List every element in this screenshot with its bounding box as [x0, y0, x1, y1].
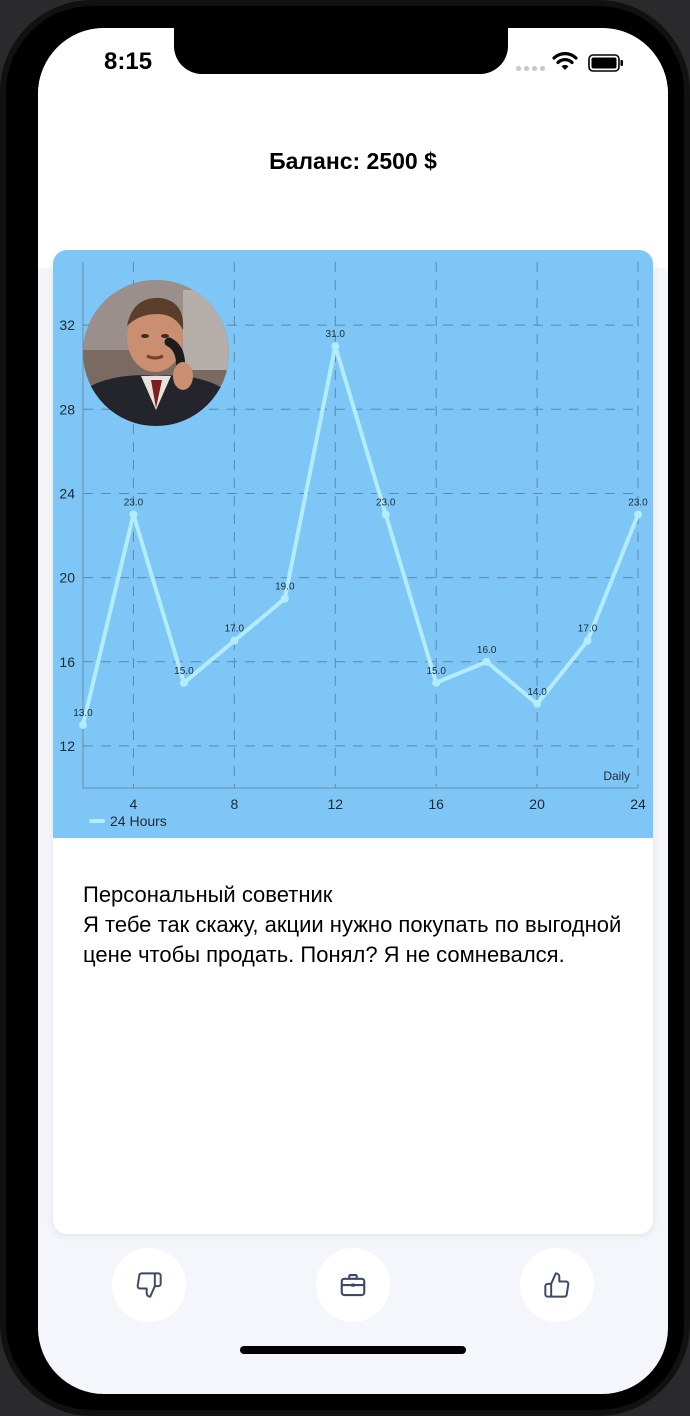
- advisor-message-block: Персональный советник Я тебе так скажу, …: [83, 880, 623, 970]
- portfolio-button[interactable]: [316, 1248, 390, 1322]
- phone-frame: 8:15 Баланс: 2500 $ 12 16 20 24 28 32 4 8 12 16 20…: [0, 0, 690, 1416]
- price-chart: 12 16 20 24 28 32 4 8 12 16 20 24 Daily 13.0 23.0 15.0 1…: [53, 250, 653, 838]
- balance-title: Баланс: 2500 $: [269, 148, 437, 174]
- data-label: 13.0: [73, 708, 93, 719]
- data-label: 23.0: [376, 497, 396, 508]
- data-label: 17.0: [225, 624, 245, 635]
- x-tick-label: 20: [529, 796, 545, 812]
- data-point: [432, 678, 441, 687]
- data-label: 23.0: [628, 497, 648, 508]
- y-tick-label: 32: [59, 317, 75, 333]
- advisor-card: 12 16 20 24 28 32 4 8 12 16 20 24 Daily 13.0 23.0 15.0 1…: [53, 250, 653, 1234]
- data-label: 23.0: [124, 497, 144, 508]
- data-point: [381, 510, 390, 519]
- briefcase-icon: [340, 1273, 366, 1297]
- legend-label: 24 Hours: [110, 813, 167, 829]
- x-tick-label: 8: [230, 796, 238, 812]
- data-point: [280, 594, 289, 603]
- data-label: 15.0: [174, 666, 194, 677]
- notch: [174, 28, 508, 74]
- like-button[interactable]: [520, 1248, 594, 1322]
- data-point: [79, 720, 87, 729]
- battery-icon: [588, 54, 623, 72]
- data-label: 16.0: [477, 645, 497, 656]
- x-axis-label: Daily: [603, 769, 630, 783]
- phone-bezel: 8:15 Баланс: 2500 $ 12 16 20 24 28 32 4 8 12 16 20…: [6, 6, 684, 1410]
- x-tick-label: 24: [630, 796, 646, 812]
- y-tick-label: 12: [59, 738, 75, 754]
- screen: 8:15 Баланс: 2500 $ 12 16 20 24 28 32 4 8 12 16 20…: [38, 28, 668, 1394]
- data-point: [331, 342, 340, 351]
- dislike-button[interactable]: [112, 1248, 186, 1322]
- cellular-signal-icon: [516, 66, 545, 71]
- data-label: 19.0: [275, 582, 295, 593]
- data-point: [179, 678, 188, 687]
- status-time: 8:15: [104, 48, 153, 75]
- data-point: [230, 636, 239, 645]
- x-tick-label: 12: [327, 796, 343, 812]
- data-point: [533, 699, 542, 708]
- thumbs-down-icon: [136, 1272, 162, 1298]
- wifi-icon: [552, 52, 578, 70]
- y-tick-label: 20: [59, 570, 75, 586]
- thumbs-up-icon: [544, 1272, 570, 1298]
- data-label: 15.0: [426, 666, 446, 677]
- data-label: 14.0: [527, 687, 547, 698]
- y-tick-label: 28: [59, 401, 75, 417]
- data-point: [129, 510, 138, 519]
- advisor-avatar: [83, 280, 229, 426]
- data-point: [634, 510, 642, 519]
- data-point: [583, 636, 592, 645]
- y-tick-label: 16: [59, 654, 75, 670]
- x-tick-label: 16: [428, 796, 444, 812]
- home-indicator[interactable]: [240, 1346, 466, 1354]
- data-label: 31.0: [326, 329, 346, 340]
- advisor-title: Персональный советник: [83, 882, 333, 907]
- data-label: 17.0: [578, 624, 598, 635]
- y-tick-label: 24: [59, 485, 75, 501]
- advisor-message: Я тебе так скажу, акции нужно покупать п…: [83, 912, 622, 967]
- data-point: [482, 657, 491, 666]
- x-tick-label: 4: [130, 796, 138, 812]
